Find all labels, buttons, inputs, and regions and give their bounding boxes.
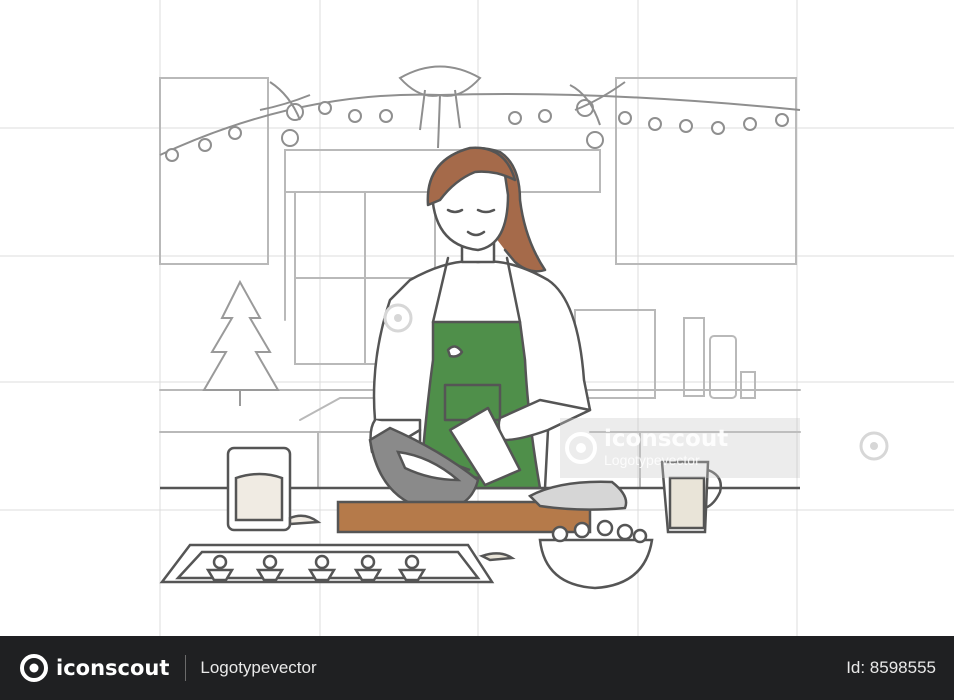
watermark-author: Logotypevector [604, 452, 700, 468]
footer-divider [185, 655, 187, 681]
footer-bar: iconscout Logotypevector Id: 8598555 [0, 636, 954, 700]
watermark-small-logo-icon [859, 431, 889, 461]
iconscout-logo-icon[interactable] [18, 652, 50, 684]
kitchen-illustration [0, 0, 954, 636]
watermark-logo-icon [565, 432, 597, 464]
footer-asset-id: Id: 8598555 [846, 658, 936, 677]
watermark-overlay: iconscout Logotypevector [560, 418, 800, 478]
watermark-texts: iconscout Logotypevector [604, 427, 728, 469]
footer-brand[interactable]: iconscout [56, 656, 169, 680]
cookie-tray [159, 543, 495, 584]
footer-author[interactable]: Logotypevector [200, 658, 316, 678]
watermark-brand: iconscout [604, 426, 729, 452]
christmas-tree [202, 279, 280, 406]
watermark-small-logo-icon [383, 303, 413, 333]
